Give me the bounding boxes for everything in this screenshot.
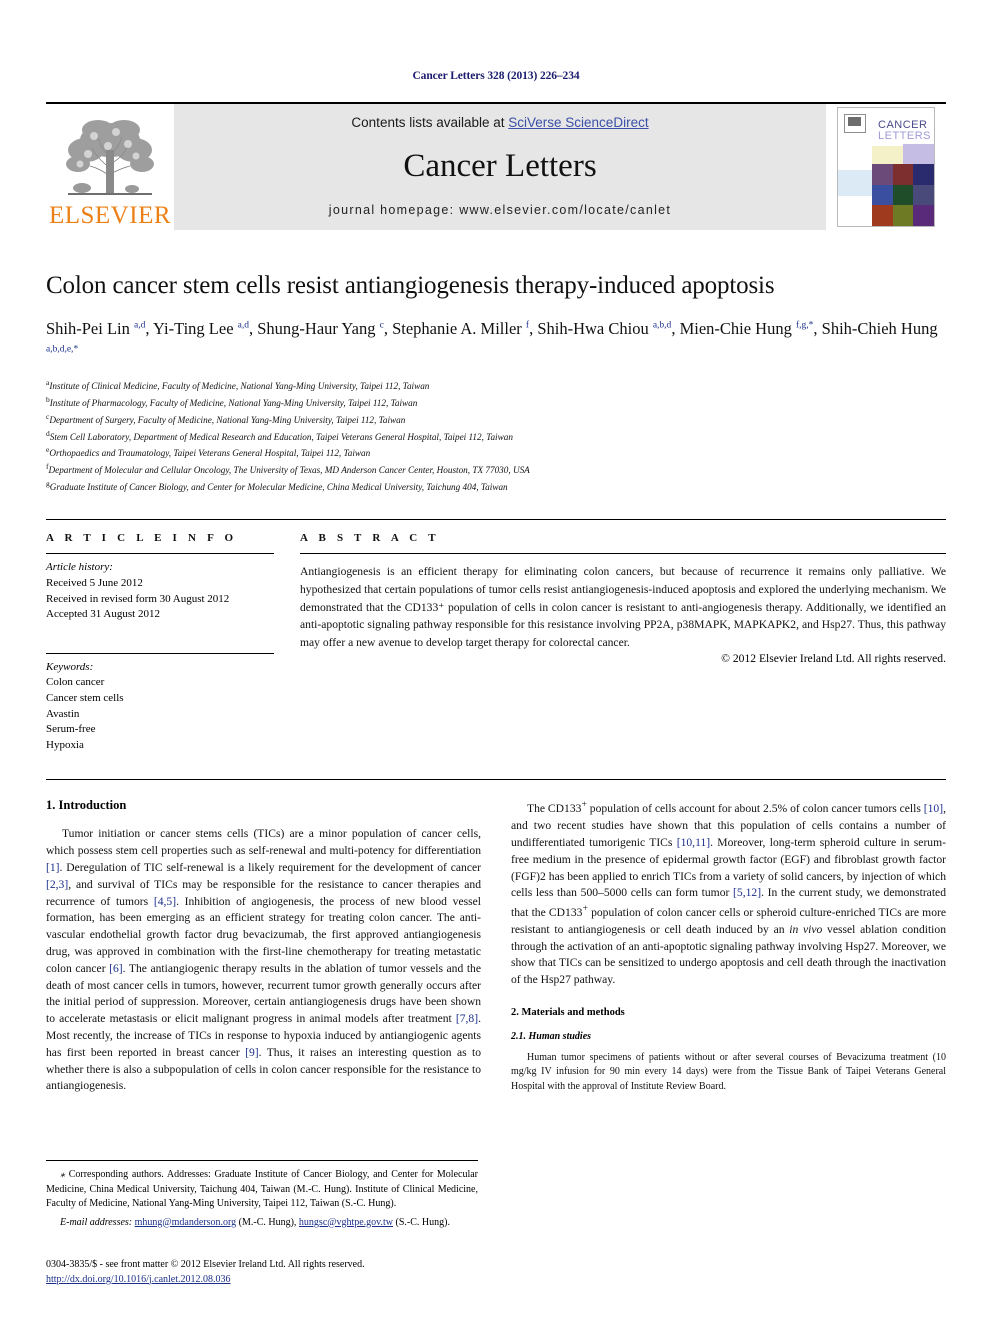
affiliation-item: aInstitute of Clinical Medicine, Faculty… <box>46 377 946 394</box>
article-page: Cancer Letters 328 (2013) 226–234 ELSEVI… <box>0 0 992 1323</box>
author-list: Shih-Pei Lin a,d, Yi-Ting Lee a,d, Shung… <box>46 318 938 355</box>
cover-swatch-blue <box>838 170 872 196</box>
email-link-hungsc[interactable]: hungsc@vghtpe.gov.tw <box>299 1217 393 1228</box>
keywords-label: Keywords: <box>46 660 94 673</box>
contents-available-line: Contents lists available at SciVerse Sci… <box>351 115 648 130</box>
sciencedirect-link[interactable]: SciVerse ScienceDirect <box>508 115 648 130</box>
keywords-list: Keywords: Colon cancer Cancer stem cells… <box>46 654 274 754</box>
abstract-copyright: © 2012 Elsevier Ireland Ltd. All rights … <box>721 652 946 666</box>
affiliation-text: Department of Molecular and Cellular Onc… <box>48 465 530 476</box>
journal-title: Cancer Letters <box>403 148 597 184</box>
cover-title-line2: LETTERS <box>878 130 932 142</box>
affiliation-text: Institute of Clinical Medicine, Faculty … <box>49 380 430 391</box>
journal-banner: Contents lists available at SciVerse Sci… <box>174 104 826 230</box>
running-head: Cancer Letters 328 (2013) 226–234 <box>412 70 580 82</box>
history-item: Received in revised form 30 August 2012 <box>46 592 230 605</box>
affiliation-item: bInstitute of Pharmacology, Faculty of M… <box>46 394 946 411</box>
email-line: E-mail addresses: mhung@mdanderson.org (… <box>46 1216 478 1230</box>
affiliation-text: Stem Cell Laboratory, Department of Medi… <box>49 431 513 442</box>
article-info-column: A R T I C L E I N F O Article history: R… <box>46 532 274 753</box>
info-abstract-section: A R T I C L E I N F O Article history: R… <box>46 519 946 753</box>
article-history: Article history: Received 5 June 2012 Re… <box>46 554 274 622</box>
email-label: E-mail addresses: <box>60 1216 133 1228</box>
affiliation-item: dStem Cell Laboratory, Department of Med… <box>46 428 946 445</box>
keyword-item: Avastin <box>46 707 80 720</box>
email-link-mhung[interactable]: mhung@mdanderson.org <box>135 1217 237 1228</box>
journal-homepage[interactable]: journal homepage: www.elsevier.com/locat… <box>329 203 671 217</box>
keyword-item: Serum-free <box>46 723 96 736</box>
email-owner-2: (S.-C. Hung). <box>395 1216 450 1228</box>
colophon: 0304-3835/$ - see front matter © 2012 El… <box>46 1258 516 1287</box>
keyword-item: Colon cancer <box>46 676 105 689</box>
cover-micrograph-grid <box>872 164 934 226</box>
cover-title-text: CANCER LETTERS <box>878 120 931 142</box>
methods-paragraph-1: Human tumor specimens of patients withou… <box>511 1051 946 1092</box>
affiliation-item: fDepartment of Molecular and Cellular On… <box>46 461 946 478</box>
abstract-column: A B S T R A C T Antiangiogenesis is an e… <box>300 532 946 753</box>
intro-paragraph-1: Tumor initiation or cancer stems cells (… <box>46 827 482 1093</box>
history-item: Accepted 31 August 2012 <box>46 608 160 621</box>
affiliation-item: eOrthopaedics and Traumatology, Taipei V… <box>46 444 946 461</box>
keywords-block: Keywords: Colon cancer Cancer stem cells… <box>46 652 274 754</box>
affiliation-text: Institute of Pharmacology, Faculty of Me… <box>49 397 418 408</box>
elsevier-tree-icon <box>58 114 162 202</box>
body-column-right: The CD133+ population of cells account f… <box>511 798 946 1095</box>
elsevier-wordmark: ELSEVIER <box>48 202 172 229</box>
abstract-heading: A B S T R A C T <box>300 532 440 545</box>
affiliation-text: Graduate Institute of Cancer Biology, an… <box>49 482 508 493</box>
body-columns: 1. Introduction Tumor initiation or canc… <box>46 779 946 1095</box>
cover-publisher-badge-icon <box>844 114 866 133</box>
section-heading-materials-methods: 2. Materials and methods <box>511 1006 625 1018</box>
journal-masthead: ELSEVIER Contents lists available at Sci… <box>46 102 946 230</box>
corresponding-author-footnote: ⁎ Corresponding authors. Addresses: Grad… <box>46 1160 478 1230</box>
email-owner-1: (M.-C. Hung), <box>238 1216 297 1228</box>
affiliation-item: gGraduate Institute of Cancer Biology, a… <box>46 478 946 495</box>
title-block: Colon cancer stem cells resist antiangio… <box>46 272 946 495</box>
intro-paragraph-2: The CD133+ population of cells account f… <box>511 799 947 987</box>
affiliation-text: Department of Surgery, Faculty of Medici… <box>49 414 406 425</box>
doi-link[interactable]: http://dx.doi.org/10.1016/j.canlet.2012.… <box>46 1274 231 1285</box>
abstract-text: Antiangiogenesis is an efficient therapy… <box>300 565 946 649</box>
corresponding-author-text: ⁎ Corresponding authors. Addresses: Grad… <box>46 1169 478 1210</box>
article-info-heading: A R T I C L E I N F O <box>46 532 238 545</box>
section-heading-introduction: 1. Introduction <box>46 798 127 813</box>
affiliation-list: aInstitute of Clinical Medicine, Faculty… <box>46 377 946 496</box>
issn-copyright-line: 0304-3835/$ - see front matter © 2012 El… <box>46 1259 365 1270</box>
affiliation-item: cDepartment of Surgery, Faculty of Medic… <box>46 411 946 428</box>
affiliation-text: Orthopaedics and Traumatology, Taipei Ve… <box>49 448 371 459</box>
article-history-label: Article history: <box>46 561 113 574</box>
subsection-heading-human-studies: 2.1. Human studies <box>511 1030 592 1042</box>
history-item: Received 5 June 2012 <box>46 576 143 589</box>
keyword-item: Cancer stem cells <box>46 692 124 705</box>
cover-image: CANCER LETTERS <box>837 107 935 227</box>
elsevier-logo: ELSEVIER <box>46 104 174 230</box>
journal-cover-thumbnail: CANCER LETTERS <box>826 104 946 230</box>
body-column-left: 1. Introduction Tumor initiation or canc… <box>46 798 481 1095</box>
keyword-item: Hypoxia <box>46 738 84 751</box>
contents-available-prefix: Contents lists available at <box>351 115 509 130</box>
page-title: Colon cancer stem cells resist antiangio… <box>46 272 775 299</box>
